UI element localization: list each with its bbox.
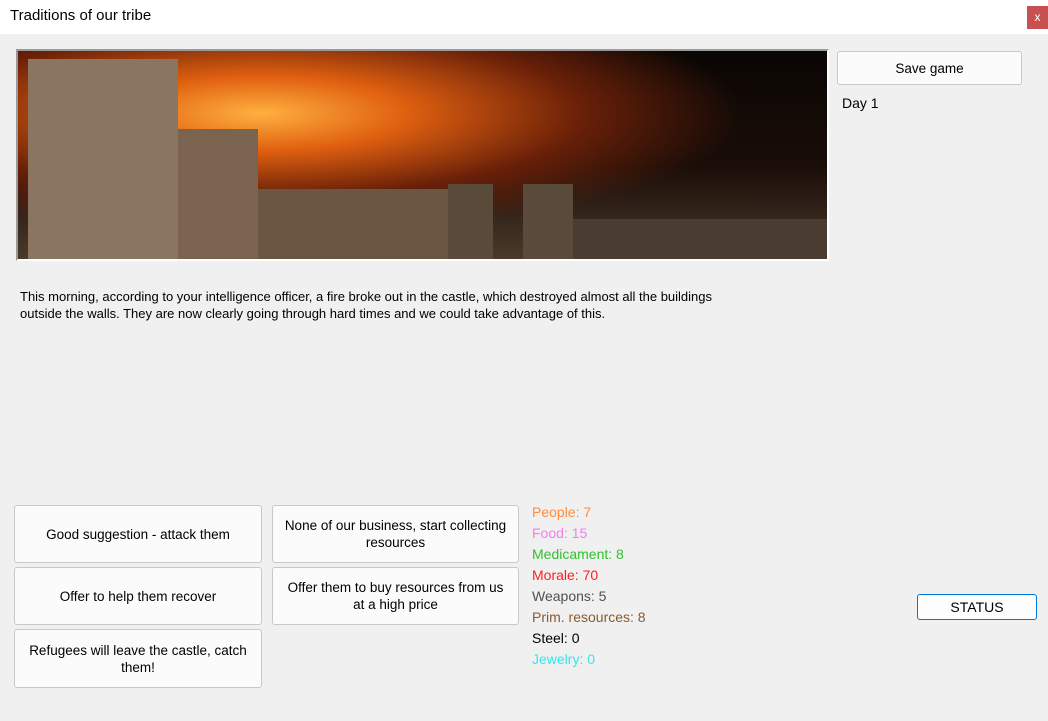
stat-jewelry: Jewelry: 0 [532, 651, 596, 667]
choice-attack-button[interactable]: Good suggestion - attack them [14, 505, 262, 563]
event-description: This morning, according to your intellig… [20, 289, 713, 321]
choice-catch-refugees-button[interactable]: Refugees will leave the castle, catch th… [14, 629, 262, 688]
stat-people: People: 7 [532, 504, 592, 520]
stat-medicament: Medicament: 8 [532, 546, 624, 562]
stat-weapons: Weapons: 5 [532, 588, 607, 604]
choice-sell-resources-button[interactable]: Offer them to buy resources from us at a… [272, 567, 519, 625]
event-image-castle-fire [16, 49, 829, 261]
status-button[interactable]: STATUS [917, 594, 1037, 620]
resource-stats: People: 7 Food: 15 Medicament: 8 Morale:… [532, 502, 646, 670]
choice-collect-resources-button[interactable]: None of our business, start collecting r… [272, 505, 519, 563]
close-button[interactable]: x [1027, 6, 1048, 29]
stat-morale: Morale: 70 [532, 567, 599, 583]
stat-food: Food: 15 [532, 525, 588, 541]
window-title: Traditions of our tribe [10, 7, 152, 24]
save-game-button[interactable]: Save game [837, 51, 1022, 85]
choice-help-recover-button[interactable]: Offer to help them recover [14, 567, 262, 625]
day-counter: Day 1 [842, 95, 879, 111]
title-bar: Traditions of our tribe x [0, 0, 1048, 34]
stat-steel: Steel: 0 [532, 630, 580, 646]
stat-prim-resources: Prim. resources: 8 [532, 609, 646, 625]
